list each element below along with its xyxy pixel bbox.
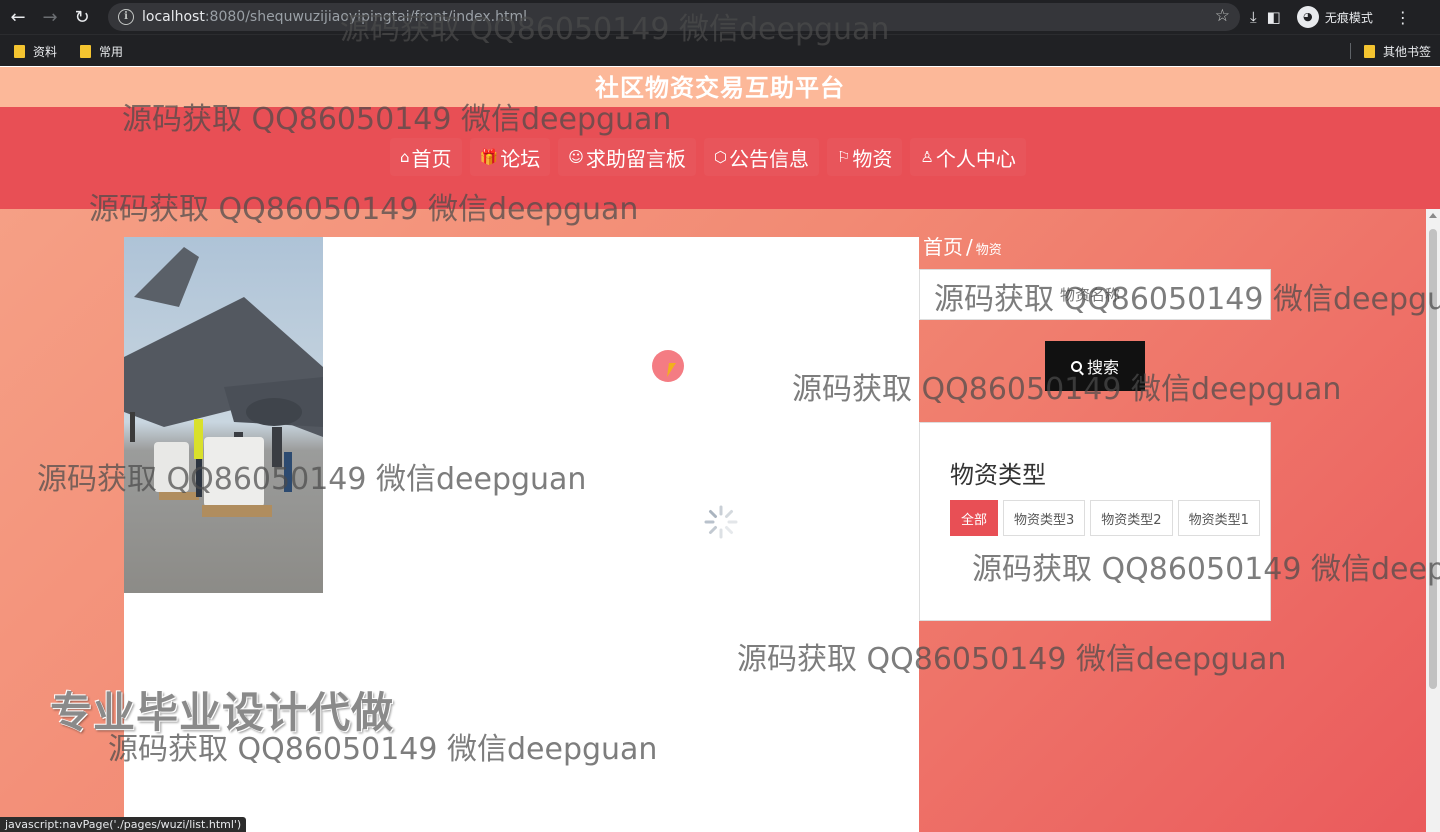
folder-icon xyxy=(1364,45,1375,58)
bookmark-label: 资料 xyxy=(33,45,58,59)
nav-item-home[interactable]: ⌂ 首页 xyxy=(390,138,462,176)
back-icon[interactable]: ← xyxy=(4,3,32,31)
nav-item-help-board[interactable]: ☺ 求助留言板 xyxy=(558,138,696,176)
download-icon[interactable]: ⤓ xyxy=(1250,8,1257,26)
nav-item-supplies[interactable]: ⚐ 物资 xyxy=(826,138,903,176)
folder-icon xyxy=(14,45,25,58)
breadcrumb-home[interactable]: 首页 xyxy=(923,235,963,259)
category-tag-3[interactable]: 物资类型3 xyxy=(1003,500,1086,536)
category-tag-all[interactable]: 全部 xyxy=(950,500,999,536)
bookmark-label: 常用 xyxy=(99,45,124,59)
category-tag-list: 全部 物资类型3 物资类型2 物资类型1 xyxy=(950,500,1260,536)
category-tag-2[interactable]: 物资类型2 xyxy=(1090,500,1173,536)
address-bar[interactable]: i localhost:8080/shequwuzijiaoyipingtai/… xyxy=(108,3,1240,31)
page-scrollbar[interactable] xyxy=(1426,209,1440,832)
nav-list: ⌂ 首页 🎁 论坛 ☺ 求助留言板 ⬡ 公告信息 ⚐ 物资 ♙ 个人中心 xyxy=(390,138,1026,176)
bookmark-star-icon[interactable]: ☆ xyxy=(1215,6,1230,26)
nav-label: 论坛 xyxy=(500,146,541,171)
bookmark-folder-changyong[interactable]: 常用 xyxy=(80,43,123,60)
site-header: 社区物资交易互助平台 xyxy=(0,67,1440,107)
side-panel-icon[interactable]: ◧ xyxy=(1267,8,1281,26)
reload-icon[interactable]: ↻ xyxy=(68,3,96,31)
loading-spinner-icon xyxy=(704,505,738,539)
nav-item-announcements[interactable]: ⬡ 公告信息 xyxy=(703,138,819,176)
nav-label: 个人中心 xyxy=(935,146,1016,171)
bookmark-folder-ziliao[interactable]: 资料 xyxy=(14,43,57,60)
url-text[interactable]: localhost:8080/shequwuzijiaoyipingtai/fr… xyxy=(142,9,527,25)
search-button[interactable]: 搜索 xyxy=(1045,341,1145,391)
scroll-thumb[interactable] xyxy=(1429,229,1437,689)
flag-icon: ⚐ xyxy=(836,148,851,166)
supply-item-image[interactable] xyxy=(124,237,323,593)
forward-icon[interactable]: → xyxy=(36,3,64,31)
bookmark-label: 其他书签 xyxy=(1383,45,1432,59)
search-button-label: 搜索 xyxy=(1086,358,1119,377)
nav-item-profile[interactable]: ♙ 个人中心 xyxy=(910,138,1026,176)
home-icon: ⌂ xyxy=(400,148,410,166)
main-nav: ⌂ 首页 🎁 论坛 ☺ 求助留言板 ⬡ 公告信息 ⚐ 物资 ♙ 个人中心 xyxy=(0,107,1440,209)
bookmarks-separator xyxy=(1350,43,1351,59)
cube-icon: ⬡ xyxy=(713,148,727,166)
promo-watermark: 专业毕业设计代做 xyxy=(50,688,395,737)
user-icon: ♙ xyxy=(920,148,934,166)
category-filter-panel: 物资类型 全部 物资类型3 物资类型2 物资类型1 xyxy=(919,422,1271,621)
gift-icon: 🎁 xyxy=(479,148,499,166)
nav-label: 物资 xyxy=(852,146,893,171)
nav-label: 首页 xyxy=(411,146,452,171)
smile-icon: ☺ xyxy=(568,148,584,166)
bookmark-folder-other[interactable]: 其他书签 xyxy=(1364,43,1431,60)
incognito-icon: ◕ xyxy=(1296,6,1319,28)
nav-label: 求助留言板 xyxy=(585,146,686,171)
incognito-indicator[interactable]: ◕ 无痕模式 xyxy=(1296,6,1373,28)
page-viewport: 社区物资交易互助平台 ⌂ 首页 🎁 论坛 ☺ 求助留言板 ⬡ 公告信息 ⚐ 物资 ♙ 个人中… xyxy=(0,67,1440,832)
breadcrumb-current: 物资 xyxy=(975,243,1002,258)
search-icon xyxy=(1070,360,1082,372)
category-title: 物资类型 xyxy=(950,461,1046,489)
link-status-bar: javascript:navPage('./pages/wuzi/list.ht… xyxy=(0,817,247,832)
supply-list-panel xyxy=(124,237,919,832)
browser-menu-icon[interactable]: ⋮ xyxy=(1395,8,1411,27)
url-host: localhost xyxy=(142,9,205,25)
bookmarks-bar: 资料 常用 其他书签 xyxy=(0,34,1440,66)
nav-label: 公告信息 xyxy=(728,146,809,171)
site-info-icon[interactable]: i xyxy=(118,9,134,25)
cargo-plane-photo xyxy=(124,247,323,517)
nav-item-forum[interactable]: 🎁 论坛 xyxy=(469,138,551,176)
scroll-up-arrow-icon[interactable] xyxy=(1429,213,1437,218)
url-path: :8080/shequwuzijiaoyipingtai/front/index… xyxy=(204,9,527,25)
site-title: 社区物资交易互助平台 xyxy=(595,74,845,102)
incognito-label: 无痕模式 xyxy=(1324,10,1373,25)
category-tag-1[interactable]: 物资类型1 xyxy=(1177,500,1260,536)
supply-name-search-input[interactable] xyxy=(919,269,1271,320)
breadcrumb: 首页 / 物资 xyxy=(923,231,1002,260)
browser-actions: ⤓ ◧ ◕ 无痕模式 ⋮ xyxy=(1250,0,1411,34)
folder-icon xyxy=(80,45,91,58)
browser-toolbar: ← → ↻ i localhost:8080/shequwuzijiaoyipi… xyxy=(0,0,1440,34)
breadcrumb-separator: / xyxy=(966,235,973,259)
